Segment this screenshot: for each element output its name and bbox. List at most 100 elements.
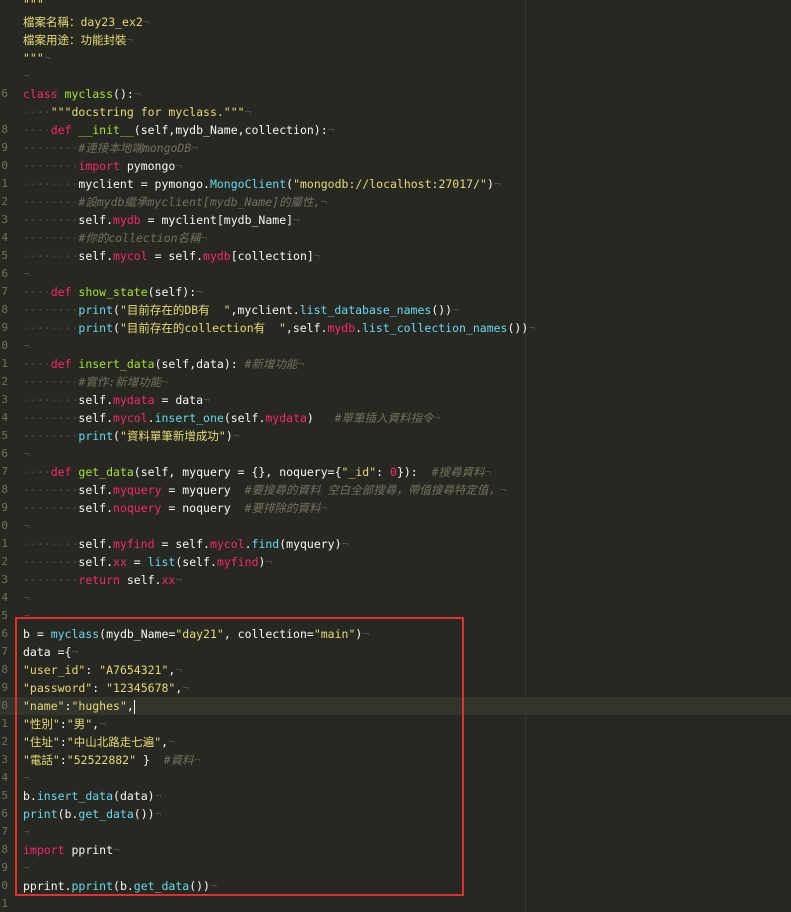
line-number: 8: [1, 843, 8, 856]
code-token: ): [306, 411, 335, 425]
code-token: #要排除的資料: [244, 501, 321, 515]
code-token: return: [78, 573, 127, 587]
code-token: "住址": [23, 735, 60, 749]
line-number: 5: [1, 609, 8, 622]
code-line[interactable]: 6 b = myclass(mydb_Name="day21", collecti…: [0, 625, 791, 643]
line-code: ····def insert_data(self,data): #新增功能¬: [23, 355, 304, 373]
code-token: "目前存在的collection有 ": [119, 321, 286, 335]
code-line[interactable]: 2 ········self.xx = list(self.myfind)¬: [0, 553, 791, 571]
code-token: "52522882": [66, 753, 137, 767]
line-code: ········#你的collection名稱¬: [23, 229, 208, 247]
code-line[interactable]: 9 "password": "12345678",¬: [0, 679, 791, 697]
code-line[interactable]: 5 ¬: [0, 607, 791, 625]
code-token: self.: [78, 555, 114, 569]
code-line[interactable]: 7 ····def get_data(self, myquery = {}, no…: [0, 463, 791, 481]
code-line[interactable]: 5 ········self.mycol = self.mydb[collecti…: [0, 247, 791, 265]
code-line[interactable]: 1: [0, 895, 791, 912]
code-line[interactable]: 4 ········self.mycol.insert_one(self.myda…: [0, 409, 791, 427]
code-line[interactable]: 8 ········self.myquery = myquery #要搜尋的資料 …: [0, 481, 791, 499]
line-code: ········myclient = pymongo.MongoClient("…: [23, 175, 501, 193]
line-end-marker: ¬: [71, 645, 79, 659]
code-line[interactable]: 9 ········#連接本地端mongoDB¬: [0, 139, 791, 157]
code-line[interactable]: 0 pprint.pprint(b.get_data())¬: [0, 877, 791, 895]
code-line[interactable]: """¬: [0, 49, 791, 67]
line-code: "電話":"52522882" } #資料¬: [23, 751, 201, 769]
code-line[interactable]: """: [0, 0, 791, 13]
code-line[interactable]: 8 import pprint¬: [0, 841, 791, 859]
code-editor[interactable]: """ 檔案名稱：day23_ex2¬ 檔案用途：功能封裝¬ """¬ ¬ 6 class …: [0, 0, 791, 912]
code-token: mydata: [265, 411, 307, 425]
line-code: "性別":"男",¬: [23, 715, 106, 733]
code-line[interactable]: 5 b.insert_data(data)¬: [0, 787, 791, 805]
code-token: (: [113, 429, 120, 443]
code-token: def: [50, 465, 79, 479]
line-number: 3: [1, 753, 8, 766]
code-token: myclient = pymongo.: [78, 177, 210, 191]
code-line[interactable]: 2 ········#設mydb繼承myclient[mydb_Name]的屬性,…: [0, 193, 791, 211]
code-line[interactable]: 檔案名稱：day23_ex2¬: [0, 13, 791, 31]
line-number: 5: [1, 429, 8, 442]
code-line[interactable]: 3 "電話":"52522882" } #資料¬: [0, 751, 791, 769]
code-line[interactable]: 1 ········self.myfind = self.mycol.find(m…: [0, 535, 791, 553]
line-end-marker: ¬: [362, 627, 370, 641]
code-line[interactable]: 0 "name":"hughes",: [0, 697, 791, 715]
code-line[interactable]: 9 ········self.noquery = noquery #要排除的資料¬: [0, 499, 791, 517]
code-line[interactable]: 5 ········print("資料單筆新增成功")¬: [0, 427, 791, 445]
code-line[interactable]: ¬: [0, 67, 791, 85]
code-token: myclass: [50, 627, 100, 641]
code-token: xx: [161, 573, 176, 587]
line-end-marker: ¬: [452, 303, 460, 317]
code-line[interactable]: 6 ¬: [0, 265, 791, 283]
code-line[interactable]: 檔案用途：功能封裝¬: [0, 31, 791, 49]
code-token: pprint.: [23, 879, 72, 893]
line-end-marker: ¬: [23, 771, 30, 785]
code-line[interactable]: 3 ········self.mydata = data¬: [0, 391, 791, 409]
line-code: print(b.get_data())¬: [23, 805, 162, 823]
code-line[interactable]: 4 ········#你的collection名稱¬: [0, 229, 791, 247]
code-line[interactable]: 4 ¬: [0, 589, 791, 607]
code-line[interactable]: 9 ········print("目前存在的collection有 ",self.…: [0, 319, 791, 337]
code-line[interactable]: 6 class myclass():¬: [0, 85, 791, 103]
line-code: b.insert_data(data)¬: [23, 787, 162, 805]
code-line[interactable]: 9 ¬: [0, 859, 791, 877]
code-token: :: [59, 717, 67, 731]
code-line[interactable]: 8 ········print("目前存在的DB有 ",myclient.list…: [0, 301, 791, 319]
code-line[interactable]: 0 ········import pymongo¬: [0, 157, 791, 175]
code-line[interactable]: 8 ····def __init__(self,mydb_Name,collect…: [0, 121, 791, 139]
code-line[interactable]: 6 ¬: [0, 445, 791, 463]
code-token: ········: [23, 411, 79, 425]
code-line[interactable]: 0 ¬: [0, 517, 791, 535]
line-number: 1: [1, 177, 8, 190]
code-token: "day21": [175, 627, 224, 641]
line-end-marker: ¬: [23, 861, 30, 875]
line-number: 5: [1, 789, 8, 802]
line-end-marker: ¬: [313, 249, 321, 263]
code-token: data ={: [23, 645, 72, 659]
code-line[interactable]: 6 print(b.get_data())¬: [0, 805, 791, 823]
code-line[interactable]: 0 ¬: [0, 337, 791, 355]
code-line[interactable]: 1 ····def insert_data(self,data): #新增功能¬: [0, 355, 791, 373]
code-line[interactable]: 1 ········myclient = pymongo.MongoClient(…: [0, 175, 791, 193]
code-line[interactable]: 2 ········#實作:新增功能¬: [0, 373, 791, 391]
code-line[interactable]: 2 "住址":"中山北路走七遍",¬: [0, 733, 791, 751]
code-line[interactable]: 7 data ={¬: [0, 643, 791, 661]
line-end-marker: ¬: [99, 717, 107, 731]
line-code: ········self.mydb = myclient[mydb_Name]¬: [23, 211, 300, 229]
code-line[interactable]: 8 "user_id": "A7654321",¬: [0, 661, 791, 679]
code-line[interactable]: 3 ········return self.xx¬: [0, 571, 791, 589]
code-token: ········: [23, 249, 79, 263]
line-code: ········#設mydb繼承myclient[mydb_Name]的屬性,¬: [23, 193, 327, 211]
code-token: #資料: [163, 753, 194, 767]
code-token: def: [50, 357, 79, 371]
code-line[interactable]: 7 ¬: [0, 823, 791, 841]
code-line[interactable]: 3 ········self.mydb = myclient[mydb_Name]…: [0, 211, 791, 229]
line-number: 9: [1, 141, 8, 154]
line-code: """¬: [23, 49, 51, 67]
code-token: self.: [126, 573, 162, 587]
line-end-marker: ¬: [499, 483, 507, 497]
code-line[interactable]: ····"""docstring for myclass."""¬: [0, 103, 791, 121]
code-line[interactable]: 4 ¬: [0, 769, 791, 787]
line-end-marker: ¬: [297, 357, 305, 371]
code-line[interactable]: 1 "性別":"男",¬: [0, 715, 791, 733]
code-line[interactable]: 7 ····def show_state(self):¬: [0, 283, 791, 301]
